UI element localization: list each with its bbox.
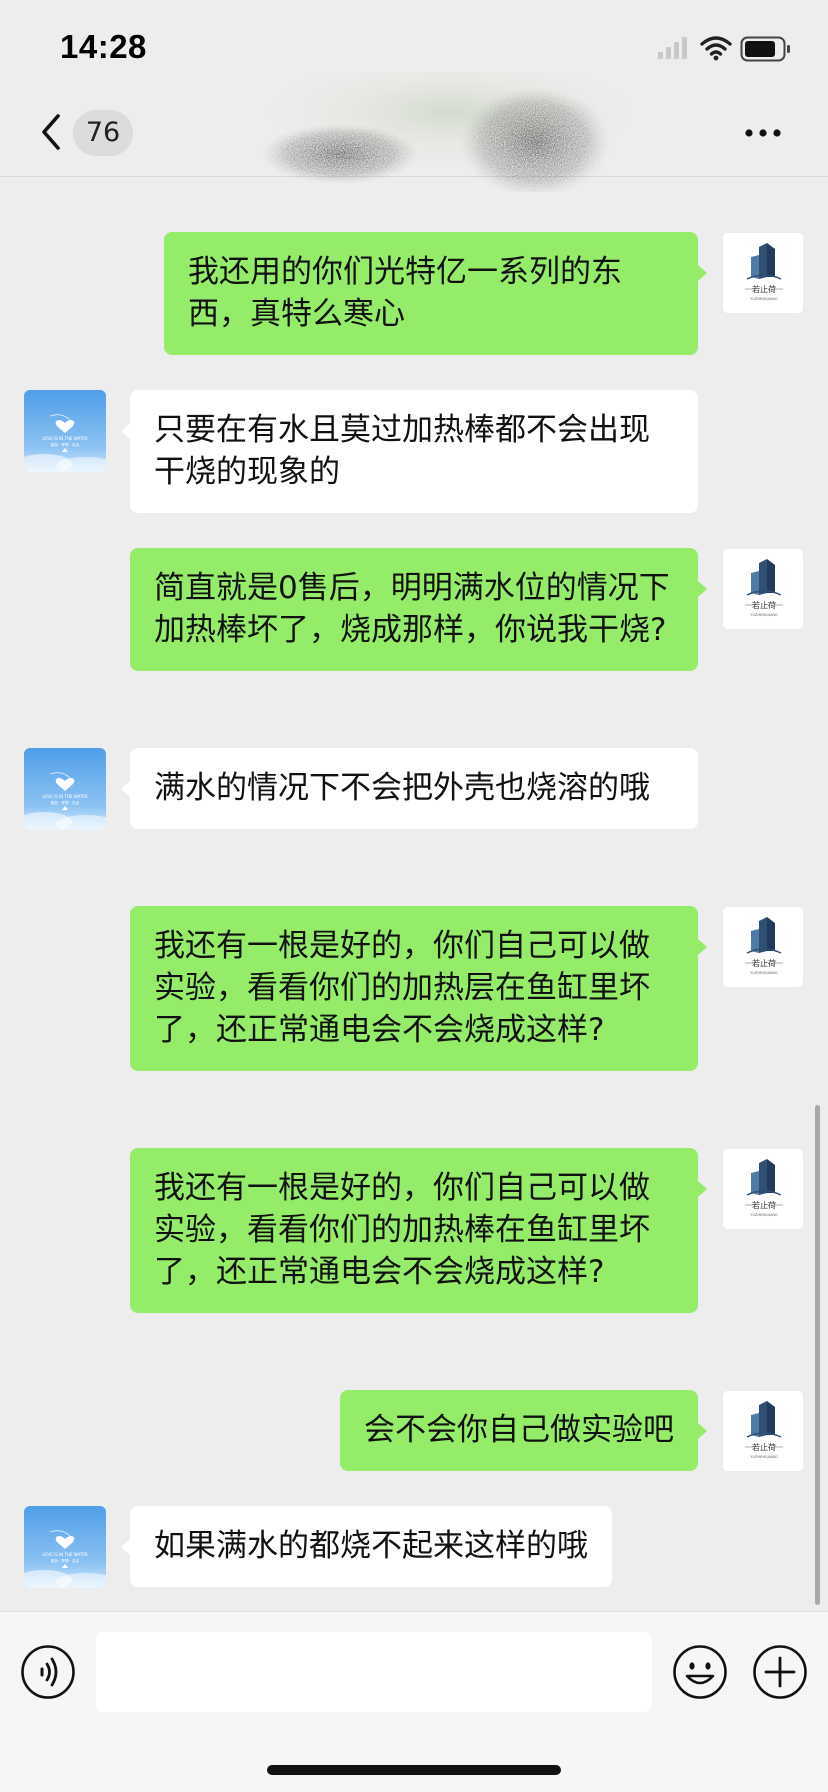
svg-text:若止荷: 若止荷 <box>752 284 776 294</box>
my-message-bubble[interactable]: 简直就是0售后，明明满水位的情况下加热棒坏了，烧成那样，你说我干烧? <box>130 548 707 671</box>
svg-text:YUZHENGJIANG: YUZHENGJIANG <box>750 613 778 617</box>
my-message-bubble[interactable]: 我还有一根是好的，你们自己可以做实验，看看你们的加热层在鱼缸里坏了，还正常通电会… <box>130 906 707 1071</box>
svg-text:YUZHENGJIANG: YUZHENGJIANG <box>750 971 778 975</box>
contact-message-bubble[interactable]: 满水的情况下不会把外壳也烧溶的哦 <box>121 748 698 829</box>
message-list[interactable]: 我还用的你们光特亿一系列的东西，真特么寒心 若止荷 YUZHENGJIANG LO… <box>0 178 828 1611</box>
my-message-bubble[interactable]: 我还用的你们光特亿一系列的东西，真特么寒心 <box>164 232 707 355</box>
svg-text:LOVE IS IN THE WATER: LOVE IS IN THE WATER <box>42 794 88 799</box>
contact-avatar[interactable]: LOVE IS IN THE WATER 蓝色 · 梦想 · 自由 <box>24 390 106 472</box>
contact-message-bubble[interactable]: 只要在有水且莫过加热棒都不会出现干烧的现象的 <box>121 390 698 513</box>
chat-scrollbar[interactable] <box>815 1105 820 1605</box>
home-indicator <box>267 1765 561 1775</box>
my-avatar[interactable]: 若止荷 YUZHENGJIANG <box>722 548 804 630</box>
svg-text:LOVE IS IN THE WATER: LOVE IS IN THE WATER <box>42 436 88 441</box>
contact-avatar[interactable]: LOVE IS IN THE WATER 蓝色 · 梦想 · 自由 <box>24 1506 106 1588</box>
chat-header: 76 <box>0 72 828 192</box>
svg-text:若止荷: 若止荷 <box>752 600 776 610</box>
svg-text:若止荷: 若止荷 <box>752 958 776 968</box>
svg-text:若止荷: 若止荷 <box>752 1200 776 1210</box>
back-arrow-icon[interactable] <box>38 112 66 152</box>
my-message-bubble[interactable]: 我还有一根是好的，你们自己可以做实验，看看你们的加热棒在鱼缸里坏了，还正常通电会… <box>130 1148 707 1313</box>
contact-avatar[interactable]: LOVE IS IN THE WATER 蓝色 · 梦想 · 自由 <box>24 748 106 830</box>
svg-text:LOVE IS IN THE WATER: LOVE IS IN THE WATER <box>42 1552 88 1557</box>
my-avatar[interactable]: 若止荷 YUZHENGJIANG <box>722 906 804 988</box>
battery-icon <box>740 36 790 62</box>
my-avatar[interactable]: 若止荷 YUZHENGJIANG <box>722 1390 804 1472</box>
my-message-bubble[interactable]: 会不会你自己做实验吧 <box>340 1390 707 1471</box>
svg-text:蓝色 · 梦想 · 自由: 蓝色 · 梦想 · 自由 <box>51 442 80 447</box>
svg-text:蓝色 · 梦想 · 自由: 蓝色 · 梦想 · 自由 <box>51 800 80 805</box>
voice-input-icon[interactable] <box>20 1644 76 1700</box>
svg-text:若止荷: 若止荷 <box>752 1442 776 1452</box>
redacted-title-scribble <box>250 72 650 192</box>
plus-icon[interactable] <box>752 1644 808 1700</box>
more-options-icon[interactable] <box>742 118 784 148</box>
svg-text:YUZHENGJIANG: YUZHENGJIANG <box>750 1455 778 1459</box>
wifi-icon <box>700 36 732 61</box>
my-avatar[interactable]: 若止荷 YUZHENGJIANG <box>722 1148 804 1230</box>
svg-text:YUZHENGJIANG: YUZHENGJIANG <box>750 297 778 301</box>
cellular-signal-icon <box>658 37 687 59</box>
unread-count-badge[interactable]: 76 <box>73 110 133 156</box>
message-input[interactable] <box>96 1632 652 1712</box>
status-time: 14:28 <box>60 28 147 65</box>
contact-message-bubble[interactable]: 如果满水的都烧不起来这样的哦 <box>121 1506 612 1587</box>
my-avatar[interactable]: 若止荷 YUZHENGJIANG <box>722 232 804 314</box>
svg-text:蓝色 · 梦想 · 自由: 蓝色 · 梦想 · 自由 <box>51 1558 80 1563</box>
svg-text:YUZHENGJIANG: YUZHENGJIANG <box>750 1213 778 1217</box>
emoji-icon[interactable] <box>672 1644 728 1700</box>
